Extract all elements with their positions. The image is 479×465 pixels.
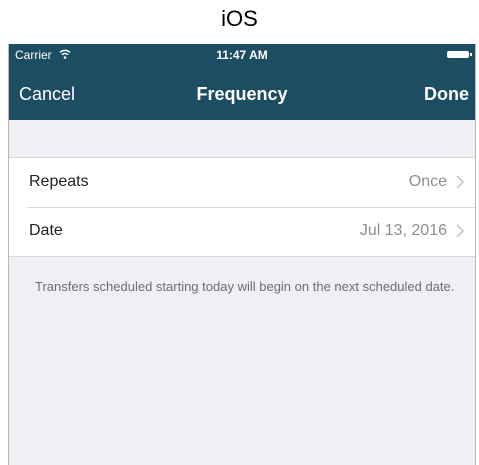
frequency-table: Repeats Once Date Jul 13, 2016: [9, 157, 475, 257]
repeats-label: Repeats: [29, 173, 89, 190]
footer-note: Transfers scheduled starting today will …: [35, 279, 455, 294]
date-label: Date: [29, 222, 63, 239]
status-time: 11:47 AM: [216, 48, 268, 62]
battery-icon: [447, 51, 472, 58]
done-button[interactable]: Done: [424, 84, 469, 105]
page-title: Frequency: [196, 84, 288, 104]
date-row[interactable]: Date Jul 13, 2016: [9, 207, 475, 256]
chevron-right-icon: [456, 224, 465, 238]
phone-screen: Carrier 11:47 AM Cancel Frequency Done R…: [8, 44, 476, 465]
navigation-bar: Carrier 11:47 AM Cancel Frequency Done: [9, 44, 475, 120]
platform-caption: iOS: [221, 6, 258, 31]
repeats-value: Once: [408, 173, 447, 190]
chevron-right-icon: [456, 175, 465, 189]
status-bar: Carrier 11:47 AM: [9, 44, 475, 66]
date-value: Jul 13, 2016: [359, 222, 447, 239]
repeats-row[interactable]: Repeats Once: [9, 158, 475, 207]
nav-row: Cancel Frequency Done: [9, 84, 475, 108]
